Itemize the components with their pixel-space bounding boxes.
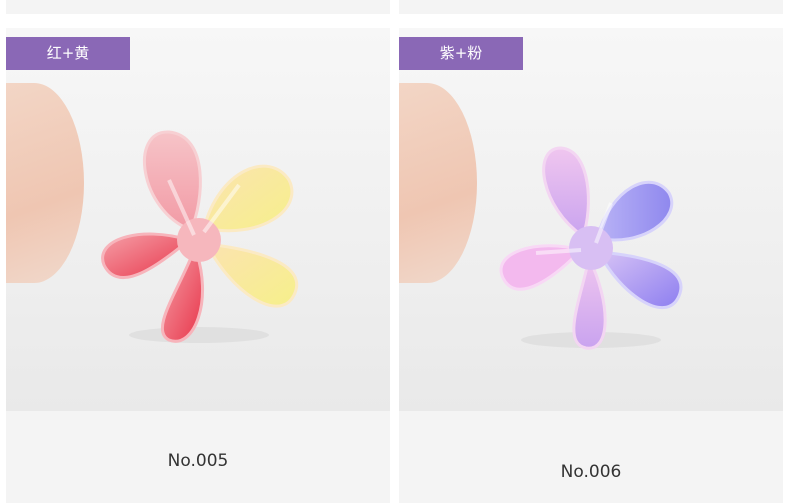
product-photo xyxy=(6,28,390,411)
product-number: No.006 xyxy=(560,462,622,482)
product-number: No.005 xyxy=(167,451,229,471)
top-card-right xyxy=(399,0,783,14)
color-badge: 紫+粉 xyxy=(399,37,523,70)
top-card-left xyxy=(6,0,390,14)
product-card-005[interactable]: 红+黄 No.005 xyxy=(6,28,390,503)
product-card-006[interactable]: 紫+粉 No.006 xyxy=(399,28,783,503)
color-badge: 红+黄 xyxy=(6,37,130,70)
flower-hair-claw-image xyxy=(499,146,683,350)
flower-hair-claw-image xyxy=(101,130,298,343)
product-photo xyxy=(399,28,783,411)
